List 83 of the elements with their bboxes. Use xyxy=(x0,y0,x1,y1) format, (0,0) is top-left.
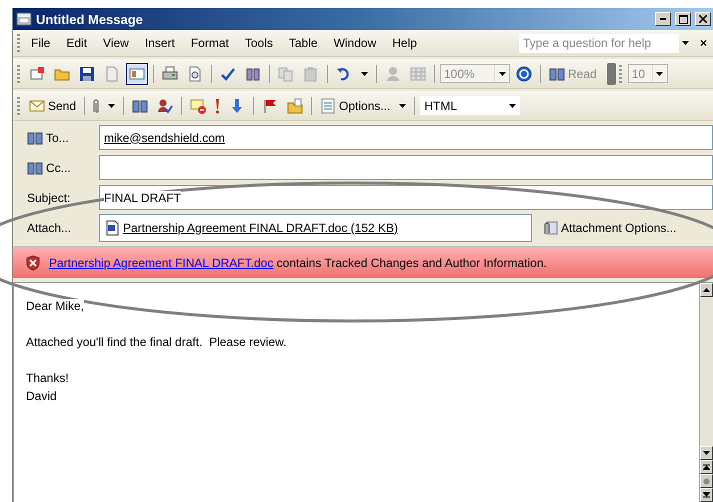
paperclip-document-icon xyxy=(542,220,558,236)
subject-label: Subject: xyxy=(26,190,72,204)
help-search-field[interactable]: Type a question for help xyxy=(518,34,679,52)
to-field[interactable]: mike@sendshield.com xyxy=(99,125,713,150)
menu-item[interactable]: Insert xyxy=(136,34,183,52)
maximize-icon xyxy=(678,14,688,24)
body-text: David xyxy=(26,389,57,403)
person-icon xyxy=(385,66,401,82)
close-button[interactable] xyxy=(695,12,711,26)
book-icon xyxy=(27,160,43,176)
subject-field[interactable]: FINAL DRAFT xyxy=(99,185,713,210)
envelope-icon xyxy=(29,98,45,114)
flag-icon xyxy=(262,98,278,114)
paperclip-icon xyxy=(93,98,100,112)
body-text: Thanks! xyxy=(26,371,69,385)
attachment-field[interactable]: Partnership Agreement FINAL DRAFT.doc (152 KB) xyxy=(99,214,532,242)
menu-item[interactable]: Format xyxy=(182,34,237,52)
spell-check-icon xyxy=(220,66,236,82)
word-document-icon xyxy=(104,220,120,236)
up-arrow-icon xyxy=(703,288,710,292)
menu-item[interactable]: Table xyxy=(280,34,326,52)
copy-icon xyxy=(278,66,294,82)
permission-button[interactable] xyxy=(126,62,148,84)
document-link[interactable]: Partnership Agreement FINAL DRAFT.doc xyxy=(49,256,274,270)
minimize-icon xyxy=(660,18,666,20)
menu-item[interactable]: Tools xyxy=(236,34,281,52)
window-title: Untitled Message xyxy=(36,12,144,26)
clipboard-icon xyxy=(303,66,319,82)
caret-icon[interactable] xyxy=(509,104,516,108)
menu-item[interactable]: View xyxy=(95,34,137,52)
next-page-button[interactable] xyxy=(700,488,713,502)
caret-icon[interactable] xyxy=(399,104,406,108)
double-up-arrow-icon xyxy=(703,464,710,470)
cc-field[interactable] xyxy=(99,155,713,180)
folder-document-icon xyxy=(287,98,304,114)
attachment-options-button[interactable]: Attachment Options... xyxy=(538,218,680,238)
page-icon xyxy=(104,66,120,82)
address-card-icon xyxy=(129,66,145,82)
caret-icon[interactable] xyxy=(361,72,368,76)
magnifier-icon xyxy=(187,66,203,82)
menu-item[interactable]: File xyxy=(23,34,58,52)
exclamation-icon xyxy=(215,98,220,114)
minimize-button[interactable] xyxy=(655,12,671,26)
previous-page-button[interactable] xyxy=(700,460,713,474)
menu-item[interactable]: Window xyxy=(326,34,384,52)
check-person-icon xyxy=(157,98,174,114)
warning-text: Partnership Agreement FINAL DRAFT.doc contains Tracked Changes and Author Information. xyxy=(49,256,547,270)
circle-icon xyxy=(703,478,710,484)
menu-item[interactable]: Edit xyxy=(58,34,96,52)
options-icon xyxy=(320,98,336,114)
table-icon xyxy=(410,66,426,82)
envelope-card-icon xyxy=(29,66,45,82)
scroll-up-button[interactable] xyxy=(700,283,713,297)
body-text: Dear Mike, xyxy=(26,299,84,313)
attach-label: Attach... xyxy=(26,220,72,234)
double-down-arrow-icon xyxy=(703,492,710,498)
to-button[interactable]: To... xyxy=(13,128,99,148)
mail-window-icon xyxy=(16,11,32,27)
menu-item[interactable]: Help xyxy=(384,34,425,52)
down-arrow-icon xyxy=(703,451,710,455)
close-icon xyxy=(699,15,707,23)
body-text: Attached you'll find the final draft. Please review. xyxy=(26,335,286,349)
book-icon xyxy=(27,130,43,146)
scroll-down-button[interactable] xyxy=(700,446,713,460)
toolbar-options-button[interactable] xyxy=(606,62,616,84)
book-icon xyxy=(132,98,148,114)
caret-icon[interactable] xyxy=(682,41,689,45)
maximize-button[interactable] xyxy=(675,12,691,26)
message-body[interactable]: Dear Mike, Attached you'll find the final draft. Please review. Thanks! David xyxy=(13,283,699,502)
cc-button[interactable]: Cc... xyxy=(13,158,99,178)
format-dropdown[interactable]: HTML xyxy=(420,96,520,115)
shield-icon xyxy=(25,254,41,270)
floppy-icon xyxy=(79,66,95,82)
attachment-link[interactable]: Partnership Agreement FINAL DRAFT.doc (152 KB) xyxy=(123,220,398,234)
send-button[interactable]: Send xyxy=(26,94,80,116)
caret-icon[interactable] xyxy=(108,104,116,108)
blocked-envelope-icon xyxy=(190,98,206,114)
printer-icon xyxy=(162,66,178,82)
options-button[interactable]: Options... xyxy=(317,94,394,116)
help-icon xyxy=(516,66,532,82)
book-icon xyxy=(549,66,565,82)
close-help-button[interactable]: × xyxy=(700,36,707,50)
browse-object-button[interactable] xyxy=(700,474,713,488)
